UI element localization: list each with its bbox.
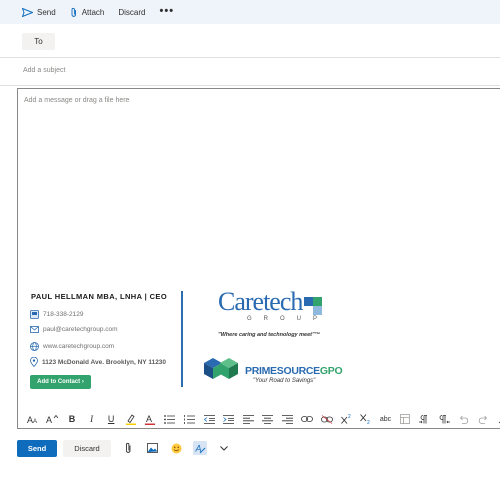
send-button[interactable]: Send	[17, 439, 57, 457]
font-size-icon[interactable]: AA	[23, 410, 43, 428]
svg-text:A: A	[46, 415, 52, 424]
discard-button[interactable]: Discard	[63, 439, 111, 457]
primesource-tagline: "Your Road to Savings"	[253, 378, 316, 384]
signature-email[interactable]: paul@caretechgroup.com	[43, 326, 118, 333]
subject-input[interactable]: Add a subject	[23, 67, 65, 74]
italic-icon[interactable]: I	[82, 410, 102, 428]
signature-website[interactable]: www.caretechgroup.com	[43, 343, 114, 350]
more-format-icon[interactable]	[493, 410, 500, 428]
signature-name: PAUL HELLMAN MBA, LNHA | CEO	[31, 292, 168, 301]
unlink-icon[interactable]	[317, 410, 337, 428]
grow-font-icon[interactable]: A	[43, 410, 63, 428]
signature-address-row: 1123 McDonald Ave. Brooklyn, NY 11230	[30, 357, 166, 367]
caretech-logo: Caretech GROUP "Where caring and technol…	[218, 289, 328, 338]
to-button[interactable]: To	[22, 33, 55, 50]
svg-text:2: 2	[348, 414, 351, 420]
emoji-button[interactable]	[169, 441, 183, 455]
align-right-icon[interactable]	[278, 410, 298, 428]
attach-toolbar-label: Attach	[81, 7, 105, 17]
compose-toolbar: Send Attach Discard •••	[0, 0, 500, 24]
phone-icon	[30, 310, 39, 319]
highlight-icon[interactable]	[121, 410, 141, 428]
send-toolbar-label: Send	[37, 7, 56, 17]
align-center-icon[interactable]	[258, 410, 278, 428]
caretech-tagline: "Where caring and technology meet"™	[218, 332, 321, 338]
font-color-icon[interactable]: A	[141, 410, 161, 428]
globe-icon	[30, 342, 39, 351]
signature-email-row: paul@caretechgroup.com	[30, 326, 118, 333]
subscript-icon[interactable]: 2	[356, 410, 376, 428]
discard-toolbar-label: Discard	[118, 7, 146, 17]
svg-text:A: A	[33, 419, 37, 424]
to-row: To	[0, 27, 500, 58]
signature-phone-row: 718-338-2129	[30, 310, 83, 319]
paperclip-icon	[125, 442, 130, 453]
body-placeholder: Add a message or drag a file here	[24, 97, 130, 104]
chevron-down-icon	[220, 445, 228, 451]
caretech-mark-icon	[304, 297, 322, 315]
strikethrough-icon[interactable]: abc	[376, 410, 396, 428]
formatting-toolbar: AA A B I U A 2 2 abc	[17, 408, 500, 430]
location-pin-icon	[30, 357, 38, 367]
primesource-logo: PRIMESOURCEGPO "Your Road to Savings"	[202, 357, 343, 388]
paperclip-icon	[71, 7, 76, 17]
send-icon	[22, 7, 33, 17]
message-body[interactable]: Add a message or drag a file here PAUL H…	[17, 88, 500, 429]
add-to-contact-button[interactable]: Add to Contact ›	[30, 375, 91, 389]
primesource-cube-icon	[204, 358, 238, 379]
more-options-button[interactable]: •••	[160, 5, 175, 17]
attach-button[interactable]	[121, 441, 135, 455]
subject-divider	[0, 85, 500, 86]
ltr-icon[interactable]	[415, 410, 435, 428]
link-icon[interactable]	[297, 410, 317, 428]
rtl-icon[interactable]	[434, 410, 454, 428]
compose-actions: Send Discard A	[17, 438, 500, 458]
send-toolbar-button[interactable]: Send	[22, 7, 56, 17]
more-icon: •••	[159, 4, 175, 17]
primesource-logo-text: PRIMESOURCEGPO	[245, 365, 343, 377]
decrease-indent-icon[interactable]	[199, 410, 219, 428]
picture-icon	[146, 443, 158, 453]
underline-icon[interactable]: U	[101, 410, 121, 428]
signature-divider	[181, 291, 183, 387]
discard-toolbar-button[interactable]: Discard	[118, 8, 145, 17]
text-format-icon: A	[195, 443, 205, 453]
superscript-icon[interactable]: 2	[337, 410, 357, 428]
increase-indent-icon[interactable]	[219, 410, 239, 428]
signature-phone[interactable]: 718-338-2129	[43, 311, 83, 318]
redo-icon[interactable]	[474, 410, 494, 428]
attach-toolbar-button[interactable]: Attach	[70, 7, 105, 18]
bold-icon[interactable]: B	[62, 410, 82, 428]
signature-address: 1123 McDonald Ave. Brooklyn, NY 11230	[42, 358, 167, 366]
mail-icon	[30, 326, 39, 333]
undo-icon[interactable]	[454, 410, 474, 428]
bullets-icon[interactable]	[160, 410, 180, 428]
svg-text:2: 2	[367, 420, 370, 424]
numbering-icon[interactable]	[180, 410, 200, 428]
align-left-icon[interactable]	[239, 410, 259, 428]
table-icon[interactable]	[395, 410, 415, 428]
emoji-icon	[171, 443, 181, 453]
signature-website-row: www.caretechgroup.com	[30, 342, 114, 351]
svg-text:A: A	[146, 414, 152, 424]
formatting-toggle-button[interactable]: A	[193, 441, 207, 455]
more-actions-button[interactable]	[217, 441, 231, 455]
caretech-group-text: GROUP	[247, 316, 330, 322]
insert-picture-button[interactable]	[145, 441, 159, 455]
